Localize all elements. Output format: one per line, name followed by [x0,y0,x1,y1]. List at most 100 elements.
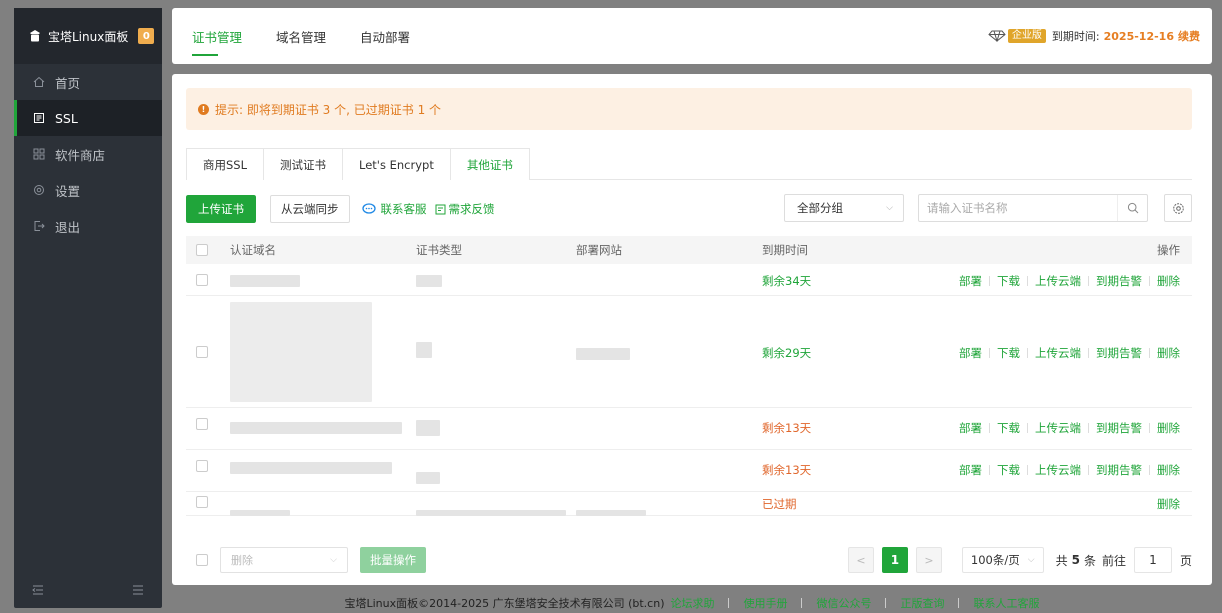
sidebar-item-label: 软件商店 [55,147,106,163]
sidebar-item-settings[interactable]: 设置 [14,172,162,208]
cert-tabs: 商用SSL 测试证书 Let's Encrypt 其他证书 [186,148,1192,180]
download-link[interactable]: 下载 [997,273,1020,289]
expire-alert-link[interactable]: 到期告警 [1096,273,1142,289]
prev-page-button[interactable]: < [847,547,874,573]
search-box [918,194,1148,222]
delete-link[interactable]: 删除 [1157,420,1180,436]
deploy-link[interactable]: 部署 [959,345,982,361]
header-ops: 操作 [1157,243,1180,257]
blurred-type [416,472,440,484]
delete-link[interactable]: 删除 [1157,496,1180,512]
footer-link-license[interactable]: 正版查询 [900,595,944,611]
content-panel: ! 提示: 即将到期证书 3 个, 已过期证书 1 个 商用SSL 测试证书 L… [172,74,1212,585]
tab-auto-deploy[interactable]: 自动部署 [360,8,410,64]
upload-cloud-link[interactable]: 上传云端 [1035,345,1081,361]
upload-cloud-link[interactable]: 上传云端 [1035,462,1081,478]
tab-lets-encrypt[interactable]: Let's Encrypt [342,148,451,180]
sidebar-item-store[interactable]: 软件商店 [14,136,162,172]
cloud-sync-button[interactable]: 从云端同步 [270,195,350,223]
sidebar-item-ssl[interactable]: SSL [14,100,162,136]
deploy-link[interactable]: 部署 [959,420,982,436]
blurred-domain [230,302,372,402]
contact-support-link[interactable]: 联系客服 [361,201,427,217]
row-checkbox[interactable] [196,346,208,358]
row-checkbox[interactable] [196,460,208,472]
row-expire: 已过期 [762,497,797,511]
tab-commercial-ssl[interactable]: 商用SSL [186,148,265,180]
row-checkbox[interactable] [196,418,208,430]
footer-link-wechat[interactable]: 微信公众号 [816,595,871,611]
feedback-label: 需求反馈 [448,202,495,216]
select-all-checkbox-bottom[interactable] [196,554,208,566]
tab-cert-management[interactable]: 证书管理 [192,8,242,64]
total-prefix: 共 [1055,553,1068,568]
notification-badge[interactable]: 0 [138,28,155,44]
deploy-link[interactable]: 部署 [959,273,982,289]
download-link[interactable]: 下载 [997,420,1020,436]
copyright-text: 宝塔Linux面板©2014-2025 广东堡塔安全技术有限公司 (bt.cn) [344,597,665,610]
sidebar-item-label: SSL [55,110,78,126]
row-checkbox[interactable] [196,496,208,508]
warning-icon: ! [198,103,209,115]
delete-link[interactable]: 删除 [1157,462,1180,478]
page-current[interactable]: 1 [881,547,908,573]
select-all-checkbox[interactable] [196,244,208,256]
logout-icon [32,219,46,233]
table-row: 剩余29天 部署 下载 上传云端 到期告警 删除 [186,296,1192,408]
delete-link[interactable]: 删除 [1157,345,1180,361]
row-ops: 部署 下载 上传云端 到期告警 删除 [959,273,1180,289]
menu-icon[interactable] [132,584,144,599]
download-link[interactable]: 下载 [997,345,1020,361]
renew-link[interactable]: 续费 [1178,28,1200,44]
expire-alert-link[interactable]: 到期告警 [1096,345,1142,361]
group-select[interactable]: 全部分组 ⌵ [784,194,904,222]
blurred-domain [230,462,392,474]
deploy-link[interactable]: 部署 [959,462,982,478]
feedback-link[interactable]: 需求反馈 [435,201,495,217]
chevron-down-icon: ⌵ [330,555,337,565]
upload-cloud-link[interactable]: 上传云端 [1035,420,1081,436]
chat-icon [361,203,376,214]
sidebar-item-logout[interactable]: 退出 [14,208,162,244]
sidebar-item-home[interactable]: 首页 [14,64,162,100]
row-expire: 剩余29天 [762,346,812,360]
search-input[interactable] [919,195,1117,221]
blurred-site [576,510,646,516]
sidebar: 宝塔Linux面板 0 首页 SSL 软件商店 设置 退出 [14,8,162,608]
total-suffix: 条 [1083,553,1096,568]
tab-other-cert[interactable]: 其他证书 [449,148,530,180]
footer-link-forum[interactable]: 论坛求助 [670,595,714,611]
row-checkbox[interactable] [196,274,208,286]
search-icon[interactable] [1117,195,1147,221]
row-ops: 部署 下载 上传云端 到期告警 删除 [959,345,1180,361]
table-row: 剩余13天 部署 下载 上传云端 到期告警 删除 [186,450,1192,492]
expire-alert-link[interactable]: 到期告警 [1096,462,1142,478]
settings-gear-button[interactable] [1164,194,1192,222]
upload-cert-button[interactable]: 上传证书 [182,191,260,227]
blurred-domain [230,510,290,516]
cert-table: 认证域名 证书类型 部署网站 到期时间 操作 剩余34天 部署 下载 上传云端 … [186,236,1192,516]
goto-page-input[interactable]: 1 [1133,547,1172,573]
collapse-icon[interactable] [32,584,44,599]
contact-label: 联系客服 [380,202,427,216]
row-expire: 剩余13天 [762,421,812,435]
app-title: 宝塔Linux面板 [48,29,129,44]
per-page-select[interactable]: 100条/页 ⌵ [961,547,1044,573]
upload-cloud-link[interactable]: 上传云端 [1035,273,1081,289]
expire-alert-link[interactable]: 到期告警 [1096,420,1142,436]
batch-action-select[interactable]: 删除 ⌵ [220,547,348,573]
delete-link[interactable]: 删除 [1157,273,1180,289]
download-link[interactable]: 下载 [997,462,1020,478]
gear-icon [1172,202,1184,214]
tab-test-cert[interactable]: 测试证书 [263,148,344,180]
edition-badge: 企业版 [1007,29,1046,43]
blurred-type [416,420,440,436]
batch-operate-button[interactable]: 批量操作 [360,547,426,573]
blurred-type [416,342,432,358]
tab-domain-management[interactable]: 域名管理 [276,8,326,64]
next-page-button[interactable]: > [915,547,942,573]
footer-link-manual[interactable]: 使用手册 [743,595,787,611]
footer-link-support[interactable]: 联系人工客服 [973,595,1039,611]
header-type: 证书类型 [416,243,462,257]
header-domain: 认证域名 [230,243,276,257]
